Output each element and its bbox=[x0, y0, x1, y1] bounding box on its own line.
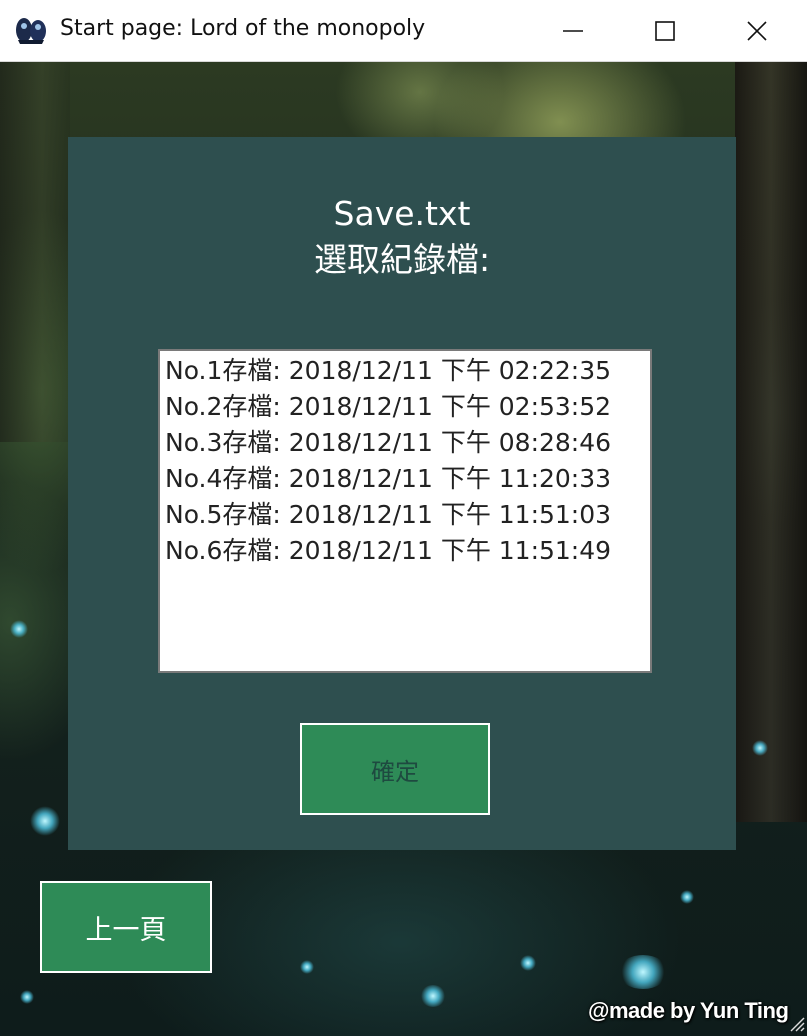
dialog-prompt: 選取紀錄檔: bbox=[313, 240, 491, 279]
close-icon bbox=[747, 20, 767, 41]
minimize-button[interactable] bbox=[527, 0, 619, 61]
app-window: Start page: Lord of the monopoly Save.tx… bbox=[0, 0, 807, 1036]
firefly-glow bbox=[10, 620, 28, 638]
firefly-glow bbox=[20, 990, 34, 1004]
firefly-glow bbox=[30, 806, 60, 836]
author-credit: @made by Yun Ting bbox=[588, 998, 789, 1023]
maximize-button[interactable] bbox=[619, 0, 711, 61]
title-bar[interactable]: Start page: Lord of the monopoly bbox=[0, 0, 807, 62]
monopoly-logo-icon bbox=[16, 18, 46, 44]
list-item[interactable]: No.3存檔: 2018/12/11 下午 08:28:46 bbox=[165, 425, 650, 461]
firefly-glow bbox=[520, 955, 536, 971]
resize-grip-icon[interactable] bbox=[787, 1014, 805, 1032]
tree-trunk-left bbox=[0, 62, 70, 442]
list-item[interactable]: No.4存檔: 2018/12/11 下午 11:20:33 bbox=[165, 461, 650, 497]
save-filename: Save.txt bbox=[333, 194, 471, 233]
tree-trunk-right bbox=[735, 62, 807, 822]
save-file-list[interactable]: No.1存檔: 2018/12/11 下午 02:22:35 No.2存檔: 2… bbox=[158, 349, 652, 673]
list-item[interactable]: No.1存檔: 2018/12/11 下午 02:22:35 bbox=[165, 353, 650, 389]
close-button[interactable] bbox=[711, 0, 803, 61]
window-title: Start page: Lord of the monopoly bbox=[60, 16, 426, 41]
firefly-glow bbox=[618, 955, 668, 989]
minimize-icon bbox=[563, 29, 583, 32]
back-button[interactable]: 上一頁 bbox=[40, 881, 212, 973]
list-item[interactable]: No.6存檔: 2018/12/11 下午 11:51:49 bbox=[165, 533, 650, 569]
firefly-glow bbox=[300, 960, 314, 974]
firefly-glow bbox=[680, 890, 694, 904]
firefly-glow bbox=[420, 985, 446, 1007]
firefly-glow bbox=[752, 740, 768, 756]
load-save-dialog: Save.txt 選取紀錄檔: No.1存檔: 2018/12/11 下午 02… bbox=[68, 137, 736, 850]
list-item[interactable]: No.5存檔: 2018/12/11 下午 11:51:03 bbox=[165, 497, 650, 533]
maximize-icon bbox=[655, 20, 675, 41]
confirm-button[interactable]: 確定 bbox=[300, 723, 490, 815]
list-item[interactable]: No.2存檔: 2018/12/11 下午 02:53:52 bbox=[165, 389, 650, 425]
